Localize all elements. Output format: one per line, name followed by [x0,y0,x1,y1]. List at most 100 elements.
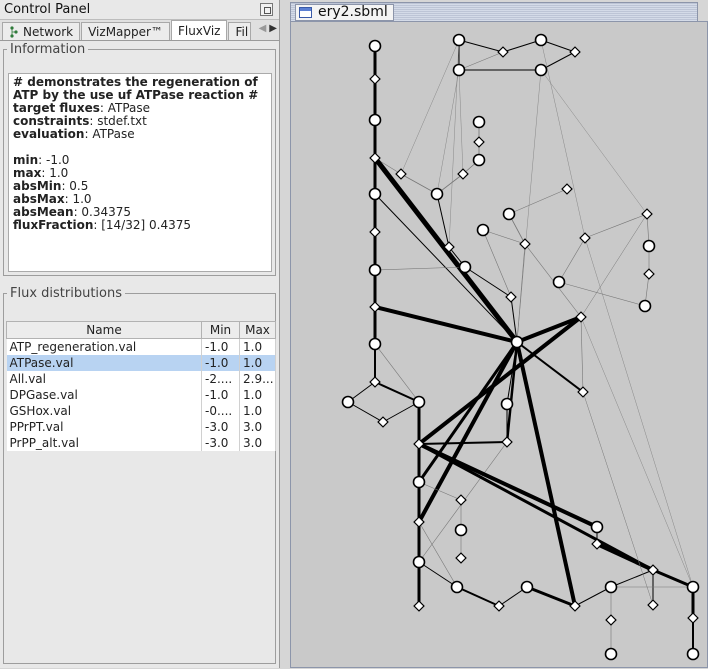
info-fluxfraction: fluxFraction: [14/32] 0.4375 [13,218,191,232]
metabolite-node[interactable] [604,647,618,661]
metabolite-node[interactable] [412,395,426,409]
flux-cell-name: ATP_regeneration.val [6,338,202,355]
network-canvas[interactable] [290,21,708,668]
float-window-icon[interactable] [260,3,273,16]
metabolite-node[interactable] [454,523,468,537]
metabolite-node[interactable] [520,580,534,594]
graph-edge [516,315,582,344]
tab-scroll-left-icon[interactable]: ◀ [259,23,267,34]
metabolite-node[interactable] [368,263,382,277]
network-tree-icon [10,25,18,38]
flux-cell-name: PPrPT.val [6,418,202,435]
metabolite-node[interactable] [638,299,652,313]
tab-vizmapper[interactable]: VizMapper™ [81,22,170,40]
metabolite-node[interactable] [368,337,382,351]
metabolite-node[interactable] [510,335,524,349]
metabolite-node[interactable] [450,580,464,594]
reaction-node[interactable] [641,208,653,220]
flux-distributions-panel: Flux distributions Name Min Max ATP_rege… [3,286,276,664]
flux-cell-max: 3.0 [239,434,276,451]
metabolite-node[interactable] [552,275,566,289]
flux-cell-name: All.val [6,370,202,387]
window-icon [299,6,312,18]
graph-edge [418,442,654,572]
metabolite-node[interactable] [412,555,426,569]
tab-scroll-right-icon[interactable]: ▶ [269,23,277,34]
metabolite-node[interactable] [500,397,514,411]
graph-edge [508,188,568,215]
graph-edge [374,381,420,403]
metabolite-node[interactable] [686,580,700,594]
reaction-node[interactable] [369,376,381,388]
column-header-max[interactable]: Max [239,321,276,339]
control-panel-title: Control Panel [4,2,91,17]
reaction-node[interactable] [519,238,531,250]
reaction-node[interactable] [473,136,485,148]
metabolite-node[interactable] [368,39,382,53]
reaction-node[interactable] [647,599,659,611]
graph-edge [400,39,460,175]
metabolite-node[interactable] [534,33,548,47]
reaction-node[interactable] [569,46,581,58]
reaction-node[interactable] [455,494,467,506]
reaction-node[interactable] [501,436,513,448]
information-text-area[interactable]: # demonstrates the regeneration of ATP b… [8,73,272,272]
tab-network-label: Network [23,24,74,39]
flux-table-row[interactable]: GSHox.val -0.... 1.0 [6,402,276,419]
reaction-node[interactable] [369,226,381,238]
info-comment: # demonstrates the regeneration of ATP b… [13,75,259,102]
flux-table-row[interactable]: DPGase.val -1.0 1.0 [6,386,276,403]
reaction-node[interactable] [497,46,509,58]
reaction-node[interactable] [505,291,517,303]
metabolite-node[interactable] [452,63,466,77]
metabolite-node[interactable] [368,113,382,127]
reaction-node[interactable] [413,600,425,612]
column-header-min[interactable]: Min [201,321,240,339]
network-graph[interactable] [291,22,708,669]
metabolite-node[interactable] [368,187,382,201]
tab-filters[interactable]: Fil [228,22,252,40]
graph-edge [515,341,577,607]
metabolite-node[interactable] [430,187,444,201]
metabolite-node[interactable] [341,395,355,409]
reaction-node[interactable] [605,614,617,626]
metabolite-node[interactable] [458,260,472,274]
column-header-name[interactable]: Name [6,321,202,339]
reaction-node[interactable] [395,168,407,180]
flux-table-row[interactable]: PPrPT.val -3.0 3.0 [6,418,276,435]
metabolite-node[interactable] [604,580,618,594]
metabolite-node[interactable] [476,223,490,237]
flux-table-row[interactable]: ATP_regeneration.val -1.0 1.0 [6,338,276,355]
graph-edge [458,39,504,53]
reaction-node[interactable] [369,73,381,85]
network-view-titlebar: ery2.sbml [290,2,698,21]
network-view-tab[interactable]: ery2.sbml [295,3,394,21]
reaction-node[interactable] [377,416,389,428]
metabolite-node[interactable] [502,207,516,221]
tab-network[interactable]: Network [2,22,81,40]
information-legend: Information [10,42,86,57]
reaction-node[interactable] [687,612,699,624]
reaction-node[interactable] [369,301,381,313]
metabolite-node[interactable] [642,239,656,253]
metabolite-node[interactable] [534,63,548,77]
reaction-node[interactable] [493,600,505,612]
reaction-node[interactable] [561,183,573,195]
flux-table-row[interactable]: All.val -2.... 2.9... [6,370,276,387]
reaction-node[interactable] [569,600,581,612]
metabolite-node[interactable] [412,475,426,489]
reaction-node[interactable] [455,552,467,564]
reaction-node[interactable] [643,268,655,280]
control-panel-tabs: Network VizMapper™ FluxViz Fil ◀ ▶ [0,20,279,41]
metabolite-node[interactable] [686,647,700,661]
metabolite-node[interactable] [452,33,466,47]
reaction-node[interactable] [579,232,591,244]
tab-fluxviz[interactable]: FluxViz [170,20,228,40]
graph-edge [373,156,519,344]
flux-table-row[interactable]: ATPase.val -1.0 1.0 [6,354,276,371]
flux-table-row[interactable]: PrPP_alt.val -3.0 3.0 [6,434,276,451]
metabolite-node[interactable] [472,115,486,129]
flux-table: Name Min Max ATP_regeneration.val -1.0 1.0… [6,321,276,451]
metabolite-node[interactable] [590,520,604,534]
metabolite-node[interactable] [472,153,486,167]
